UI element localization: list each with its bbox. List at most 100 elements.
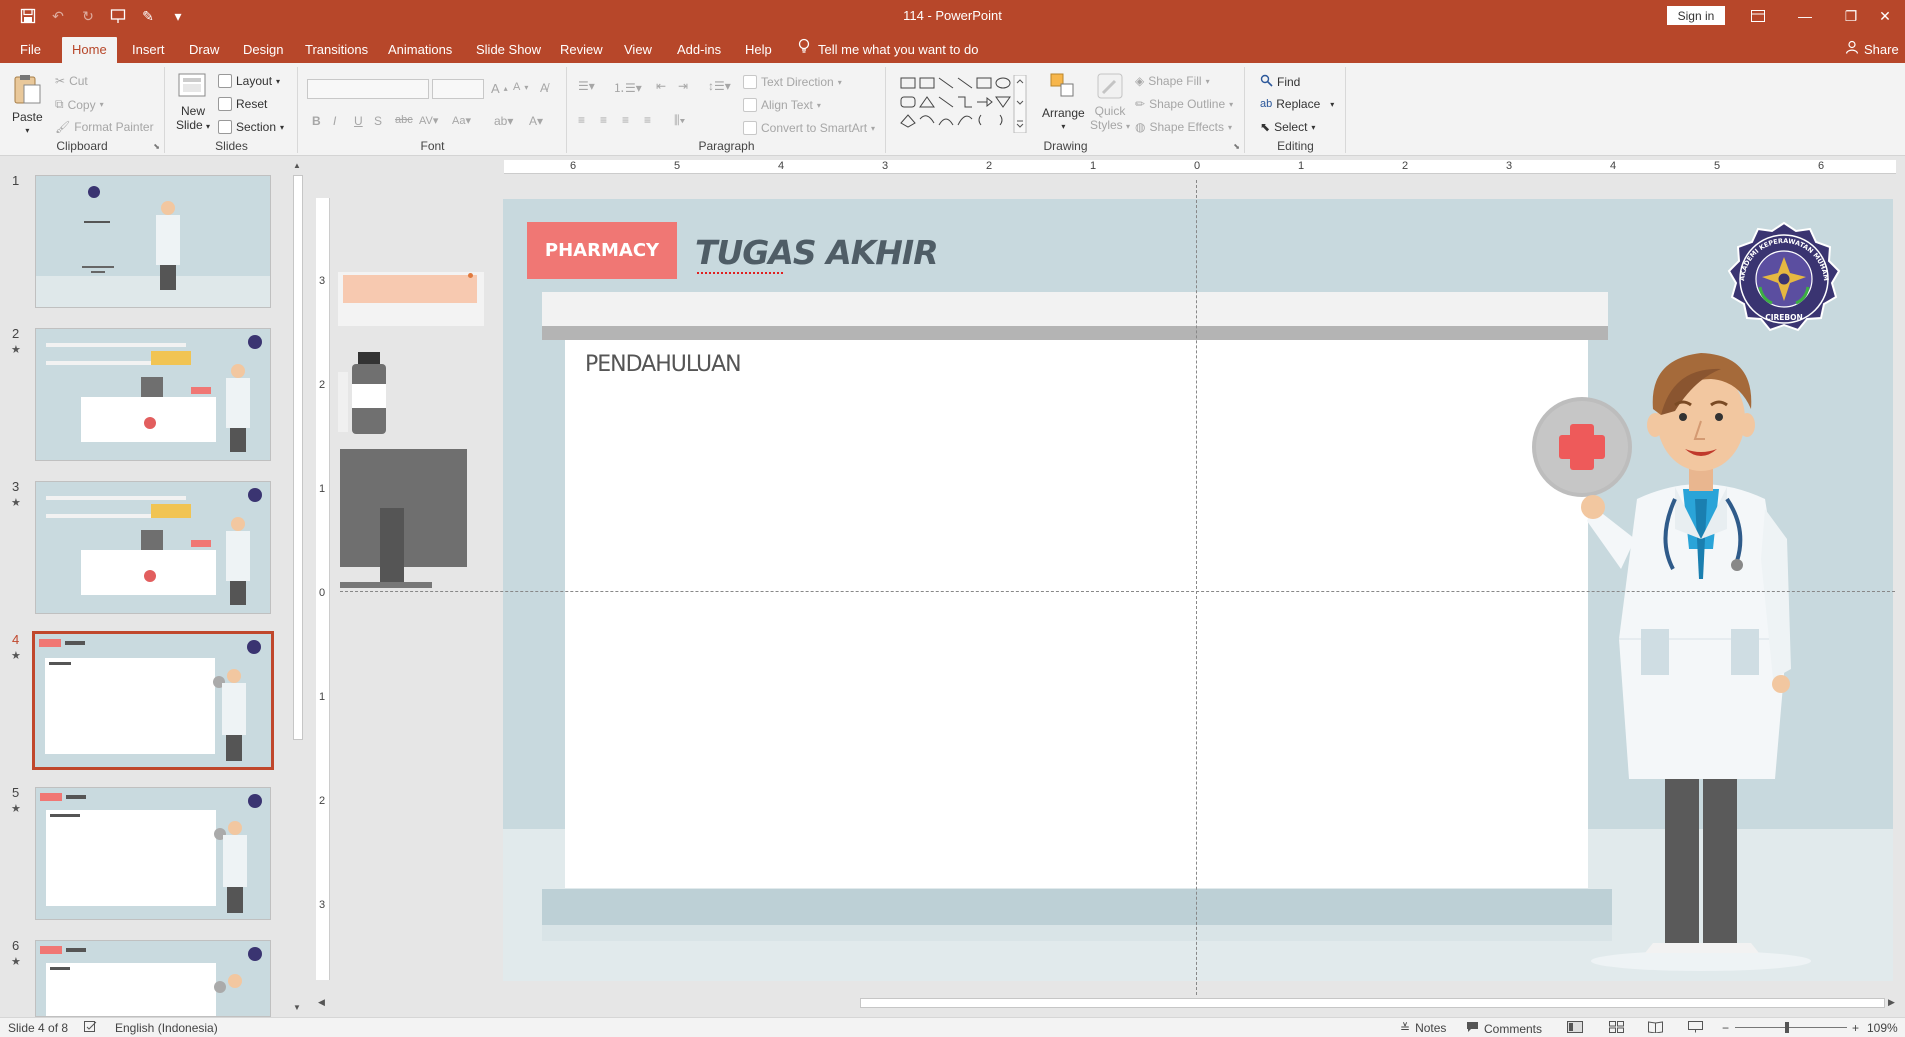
shape-outline-button[interactable]: ✏ Shape Outline ▾ — [1135, 97, 1233, 111]
bold-icon[interactable]: B — [312, 114, 321, 128]
slide-thumbnail-6[interactable] — [35, 940, 271, 1017]
notes-button[interactable]: ≚ Notes — [1400, 1021, 1446, 1035]
slide-thumbnail-5[interactable] — [35, 787, 271, 920]
layout-button[interactable]: Layout ▾ — [218, 74, 280, 88]
decrease-indent-icon[interactable]: ⇤ — [656, 79, 666, 93]
increase-indent-icon[interactable]: ⇥ — [678, 79, 688, 93]
tab-transitions[interactable]: Transitions — [295, 37, 378, 63]
academy-logo-seal[interactable]: AKADEMI KEPERAWATAN MUHAMMADIYAH CIREBON — [1726, 221, 1842, 339]
tab-design[interactable]: Design — [233, 37, 293, 63]
tab-help[interactable]: Help — [735, 37, 782, 63]
zoom-slider-track[interactable] — [1735, 1027, 1847, 1028]
zoom-out-icon[interactable]: − — [1722, 1021, 1729, 1035]
line-spacing-icon[interactable]: ↕☰▾ — [708, 79, 731, 93]
horizontal-guide[interactable] — [340, 591, 1895, 592]
format-painter-button[interactable]: 🖌 Format Painter — [55, 120, 154, 134]
slide-title[interactable]: TUGAS AKHIR — [695, 233, 939, 272]
tab-view[interactable]: View — [614, 37, 662, 63]
find-button[interactable]: Find — [1260, 74, 1300, 90]
reset-button[interactable]: Reset — [218, 97, 267, 111]
text-direction-button[interactable]: Text Direction ▾ — [743, 75, 842, 89]
align-right-icon[interactable]: ≡ — [622, 113, 629, 127]
zoom-slider-thumb[interactable] — [1785, 1022, 1789, 1033]
slide-sorter-view-icon[interactable] — [1609, 1021, 1624, 1033]
pharmacy-badge[interactable]: PHARMACY — [527, 222, 677, 279]
tab-add-ins[interactable]: Add-ins — [667, 37, 731, 63]
scroll-down-icon[interactable]: ▼ — [293, 1003, 301, 1012]
cut-button[interactable]: ✂ Cut — [55, 74, 88, 88]
font-name-combo[interactable] — [307, 79, 429, 99]
numbering-icon[interactable]: ⒈☰▾ — [613, 79, 642, 96]
content-heading[interactable]: PENDAHULUAN — [585, 352, 742, 377]
select-button[interactable]: ⬉ Select ▾ — [1260, 120, 1315, 134]
tab-home[interactable]: Home — [62, 37, 117, 63]
tell-me-search[interactable]: Tell me what you want to do — [798, 37, 978, 63]
offslide-bottle-icon[interactable] — [338, 350, 394, 438]
quick-styles-button[interactable]: Quick Styles ▾ — [1090, 71, 1130, 132]
align-center-icon[interactable]: ≡ — [600, 113, 607, 127]
shadow-icon[interactable]: S — [374, 114, 382, 128]
slide-thumbnail-2[interactable] — [35, 328, 271, 461]
close-icon[interactable]: ✕ — [1862, 4, 1905, 28]
section-button[interactable]: Section ▾ — [218, 120, 284, 134]
normal-view-icon[interactable] — [1567, 1021, 1583, 1033]
slide-thumbnail-1[interactable] — [35, 175, 271, 308]
zoom-level[interactable]: 109% — [1867, 1021, 1898, 1035]
change-case-icon[interactable]: Aa▾ — [452, 114, 471, 127]
thumbnail-scrollbar-thumb[interactable] — [293, 175, 303, 740]
columns-icon[interactable]: ⫼▾ — [674, 113, 685, 128]
tab-draw[interactable]: Draw — [179, 37, 229, 63]
scroll-left-icon[interactable]: ◀ — [318, 997, 325, 1008]
language-indicator[interactable]: English (Indonesia) — [115, 1021, 218, 1035]
comments-button[interactable]: Comments — [1466, 1021, 1542, 1036]
increase-font-size-icon[interactable]: A ▴ — [491, 81, 508, 96]
tab-file[interactable]: File — [10, 37, 51, 63]
doctor-illustration[interactable] — [1525, 339, 1865, 979]
slide-thumbnail-3[interactable] — [35, 481, 271, 614]
shape-effects-button[interactable]: ◍ Shape Effects ▾ — [1135, 120, 1232, 134]
convert-smartart-button[interactable]: Convert to SmartArt ▾ — [743, 121, 875, 135]
dialog-launcher-icon[interactable]: ⬊ — [153, 142, 160, 151]
character-spacing-icon[interactable]: AV▾ — [419, 114, 438, 127]
font-color-icon[interactable]: A▾ — [529, 114, 543, 128]
tab-slide-show[interactable]: Slide Show — [466, 37, 551, 63]
tab-animations[interactable]: Animations — [378, 37, 462, 63]
replace-button[interactable]: ab Replace ▾ — [1260, 97, 1334, 111]
align-left-icon[interactable]: ≡ — [578, 113, 585, 127]
highlight-icon[interactable]: ab▾ — [494, 114, 513, 128]
slide-canvas[interactable]: PHARMACY TUGAS AKHIR AKADEMI KEPERAWATAN… — [503, 199, 1893, 981]
shelf-top[interactable] — [542, 292, 1608, 326]
sign-in-button[interactable]: Sign in — [1667, 6, 1725, 25]
arrange-button[interactable]: Arrange ▾ — [1042, 71, 1085, 131]
font-size-combo[interactable] — [432, 79, 484, 99]
share-button[interactable]: Share — [1845, 37, 1899, 63]
paste-button[interactable]: Paste ▾ — [12, 73, 43, 135]
justify-icon[interactable]: ≡ — [644, 113, 651, 127]
copy-button[interactable]: ⧉ Copy ▾ — [55, 97, 104, 112]
align-text-button[interactable]: Align Text ▾ — [743, 98, 821, 112]
bullets-icon[interactable]: ☰▾ — [578, 79, 595, 93]
shapes-gallery[interactable] — [899, 75, 1027, 133]
zoom-in-icon[interactable]: + — [1852, 1021, 1859, 1035]
ribbon-display-options-icon[interactable] — [1735, 4, 1781, 28]
shape-fill-button[interactable]: ◈ Shape Fill ▾ — [1135, 74, 1210, 88]
reading-view-icon[interactable] — [1648, 1021, 1663, 1033]
decrease-font-size-icon[interactable]: A ▾ — [513, 81, 528, 93]
tab-insert[interactable]: Insert — [122, 37, 175, 63]
slideshow-view-icon[interactable] — [1688, 1021, 1703, 1033]
horizontal-scrollbar-thumb[interactable] — [860, 998, 1885, 1008]
strikethrough-icon[interactable]: abc — [395, 114, 413, 126]
italic-icon[interactable]: I — [333, 114, 336, 128]
new-slide-button[interactable]: New Slide ▾ — [176, 71, 210, 132]
scroll-right-icon[interactable]: ▶ — [1888, 997, 1895, 1008]
offslide-peach-bar[interactable] — [343, 275, 477, 303]
slide-thumbnail-4-selected[interactable] — [32, 631, 274, 770]
tab-review[interactable]: Review — [550, 37, 613, 63]
underline-icon[interactable]: U — [354, 114, 363, 128]
content-board[interactable]: PENDAHULUAN — [565, 340, 1588, 888]
drawing-dialog-launcher-icon[interactable]: ⬊ — [1233, 142, 1240, 151]
vertical-guide[interactable] — [1196, 180, 1197, 995]
minimize-icon[interactable]: — — [1782, 4, 1828, 28]
clear-formatting-icon[interactable]: A̸ — [540, 81, 548, 95]
scroll-up-icon[interactable]: ▲ — [293, 161, 301, 170]
